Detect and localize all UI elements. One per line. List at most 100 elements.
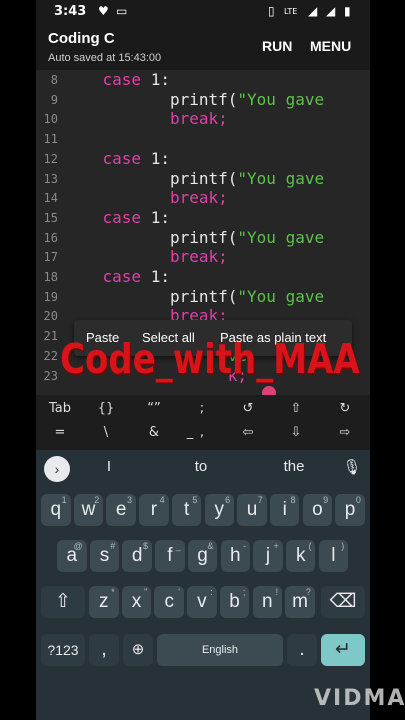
key-s[interactable]: # s — [89, 540, 120, 572]
key-l[interactable]: ) l — [318, 540, 349, 572]
line-number: 14 — [43, 191, 58, 206]
key-hint: 9 — [323, 495, 329, 505]
globe-key[interactable]: ⊕ — [123, 634, 153, 666]
key-k[interactable]: (k — [285, 540, 316, 572]
key-e[interactable]: 3e — [106, 494, 136, 526]
vidma-watermark: VIDMA — [314, 686, 405, 711]
key-i[interactable]: 8i — [269, 494, 300, 526]
symbol-key[interactable]: ↻ — [331, 401, 359, 416]
token-fn: printf( — [169, 227, 238, 247]
symbol-key[interactable]: = — [46, 425, 74, 440]
expand-toolbar-button[interactable]: › — [44, 456, 70, 482]
key-label: l — [331, 545, 336, 566]
key-q[interactable]: 1q — [41, 494, 71, 526]
suggestion-1[interactable]: I — [94, 458, 124, 475]
microphone-icon[interactable]: 🎙 — [342, 458, 362, 476]
symbol-key[interactable]: ⇧ — [282, 401, 310, 416]
line-number: 9 — [50, 92, 58, 107]
key-label: c — [164, 591, 174, 612]
enter-key[interactable]: ↵ — [321, 634, 365, 666]
token-fn: printf( — [169, 168, 238, 188]
key-label: ⌫ — [329, 591, 357, 612]
shift-key[interactable]: ⇧ — [41, 586, 85, 618]
line-code: printf("You gave — [64, 169, 324, 189]
token-rest: 1: — [141, 70, 170, 89]
numbers-key[interactable]: ?123 — [41, 634, 85, 666]
token-fn: printf( — [169, 89, 238, 109]
suggestion-3[interactable]: the — [276, 458, 312, 475]
line-number: 17 — [43, 250, 58, 265]
key-y[interactable]: 6y — [204, 494, 235, 526]
key-label: y — [214, 499, 225, 520]
key-hint: 3 — [126, 495, 132, 505]
key-label: x — [131, 591, 142, 612]
phone-screen: 3:43 ♥ ▭ ▯ LTE ◢ ◢ ▮ Coding C Auto saved… — [36, 0, 370, 720]
line-number: 15 — [43, 210, 58, 225]
key-r[interactable]: 4r — [139, 494, 169, 526]
symbol-key[interactable]: & — [140, 425, 168, 440]
line-number: 20 — [43, 309, 58, 324]
key-label: ↵ — [335, 639, 351, 660]
key-label: h — [230, 545, 241, 566]
symbol-key[interactable]: Tab — [46, 401, 74, 416]
key-z[interactable]: * z — [89, 586, 119, 618]
key-g[interactable]: & g — [187, 540, 218, 572]
token-str: "You gave — [237, 89, 325, 109]
line-code: break; — [64, 109, 228, 129]
key-label: f — [167, 545, 173, 566]
menu-button[interactable]: MENU — [310, 38, 351, 54]
key-x[interactable]: " x — [121, 586, 152, 618]
key-a[interactable]: @ a — [57, 540, 87, 572]
key-label: s — [99, 545, 110, 566]
symbol-key[interactable]: {} — [92, 401, 120, 416]
key-d[interactable]: $ d — [122, 540, 152, 572]
key-b[interactable]: ; b — [219, 586, 250, 618]
symbol-key[interactable]: \ — [92, 425, 120, 440]
key-t[interactable]: 5t — [171, 494, 202, 526]
channel-watermark: Code_with_MAA — [60, 336, 360, 384]
key-hint: ' — [178, 587, 180, 597]
key-hint: 5 — [192, 495, 198, 505]
token-keyword: case — [102, 70, 142, 89]
backspace-key[interactable]: ⌫ — [321, 586, 365, 618]
key-w[interactable]: 2w — [73, 494, 104, 526]
token-brk: break; — [169, 109, 228, 129]
key-o[interactable]: 9o — [302, 494, 333, 526]
key-f[interactable]: _ f — [155, 540, 185, 572]
key-label: z — [99, 591, 109, 612]
key-v[interactable]: :v — [187, 586, 217, 618]
symbol-key[interactable]: , — [188, 425, 216, 440]
key-c[interactable]: ' c — [154, 586, 184, 618]
token-keyword: case — [102, 207, 142, 227]
symbol-key[interactable]: ⇦ — [234, 425, 262, 440]
symbol-key[interactable]: “” — [140, 401, 168, 416]
symbol-key[interactable]: ⇨ — [331, 425, 359, 440]
key-p[interactable]: 0p — [335, 494, 365, 526]
key-hint: ) — [341, 541, 345, 551]
symbol-key[interactable]: ; — [188, 401, 216, 416]
key-u[interactable]: 7u — [237, 494, 267, 526]
run-button[interactable]: RUN — [262, 38, 292, 54]
key-m[interactable]: ? m — [285, 586, 315, 618]
key-label: e — [115, 499, 127, 520]
key-hint: $ — [142, 541, 148, 551]
key-hint: 0 — [355, 495, 361, 505]
comma-key[interactable]: , — [89, 634, 119, 666]
key-h[interactable]: -h — [220, 540, 251, 572]
key-j[interactable]: + j — [253, 540, 283, 572]
key-label: ⇧ — [55, 591, 71, 612]
token-rest: 1: — [141, 267, 170, 286]
suggestion-2[interactable]: to — [186, 458, 216, 475]
key-n[interactable]: ! n — [252, 586, 283, 618]
symbol-key[interactable]: ⇩ — [282, 425, 310, 440]
status-bar: 3:43 ♥ ▭ ▯ LTE ◢ ◢ ▮ — [36, 0, 370, 26]
app-title: Coding C — [48, 30, 115, 47]
period-key[interactable]: . — [287, 634, 317, 666]
space-key[interactable]: English — [157, 634, 283, 666]
symbol-key[interactable]: ↺ — [234, 401, 262, 416]
line-code: case 1: — [64, 149, 170, 169]
token-rest: 1: — [141, 207, 170, 227]
